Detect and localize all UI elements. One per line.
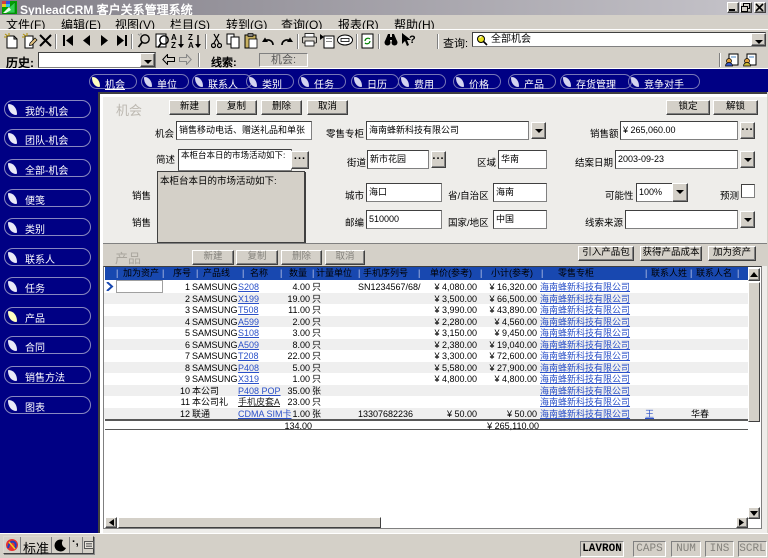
svg-text:?: ? — [409, 34, 416, 46]
svg-text:Z: Z — [171, 41, 176, 49]
svg-text:A: A — [188, 41, 194, 49]
